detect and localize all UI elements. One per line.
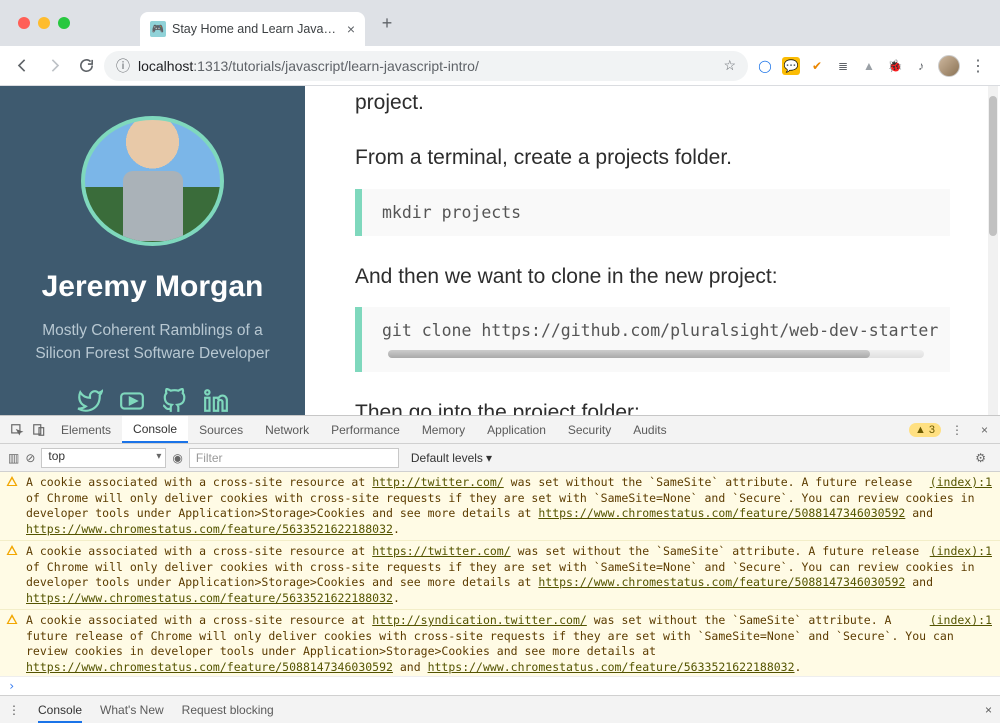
tab-favicon: 🎮 bbox=[150, 21, 166, 37]
message-source-link[interactable]: (index):1 bbox=[930, 544, 992, 560]
drawer-close-icon[interactable]: × bbox=[985, 703, 992, 717]
devtools-tab-bar: ElementsConsoleSourcesNetworkPerformance… bbox=[0, 416, 1000, 444]
devtools-tab-console[interactable]: Console bbox=[122, 416, 188, 443]
context-selector[interactable]: top bbox=[41, 448, 166, 468]
warning-icon bbox=[6, 475, 18, 487]
devtools-tab-elements[interactable]: Elements bbox=[50, 416, 122, 443]
author-bio: Mostly Coherent Ramblings of a Silicon F… bbox=[0, 320, 305, 365]
author-photo bbox=[81, 116, 224, 246]
extension-icon[interactable]: ▲ bbox=[860, 57, 878, 75]
console-input[interactable] bbox=[21, 679, 992, 693]
devtools-tab-performance[interactable]: Performance bbox=[320, 416, 411, 443]
link[interactable]: http://twitter.com/ bbox=[372, 475, 504, 489]
maximize-window[interactable] bbox=[58, 17, 70, 29]
devtools-tab-audits[interactable]: Audits bbox=[622, 416, 677, 443]
console-prompt[interactable]: › bbox=[0, 676, 1000, 695]
back-button[interactable] bbox=[8, 52, 36, 80]
twitter-icon[interactable] bbox=[76, 387, 104, 415]
extension-icon[interactable]: ✔ bbox=[808, 57, 826, 75]
profile-avatar[interactable] bbox=[938, 55, 960, 77]
devtools-menu-icon[interactable]: ⋮ bbox=[943, 423, 971, 437]
tab-title: Stay Home and Learn JavaScr bbox=[172, 22, 341, 36]
code-block: mkdir projects bbox=[355, 189, 950, 236]
log-levels-selector[interactable]: Default levels ▾ bbox=[405, 451, 498, 465]
minimize-window[interactable] bbox=[38, 17, 50, 29]
site-info-icon[interactable]: ⓘ bbox=[116, 56, 130, 76]
code-block: git clone https://github.com/pluralsight… bbox=[355, 307, 950, 372]
devtools-tab-security[interactable]: Security bbox=[557, 416, 622, 443]
paragraph: And then we want to clone in the new pro… bbox=[355, 262, 950, 291]
window-controls bbox=[18, 17, 70, 29]
devtools-drawer: ⋮ Console What's New Request blocking × bbox=[0, 695, 1000, 723]
drawer-tab-request-blocking[interactable]: Request blocking bbox=[182, 703, 274, 717]
console-message: (index):1A cookie associated with a cros… bbox=[0, 472, 1000, 541]
site-sidebar: Jeremy Morgan Mostly Coherent Ramblings … bbox=[0, 86, 305, 415]
link[interactable]: https://www.chromestatus.com/feature/563… bbox=[26, 591, 393, 605]
address-bar[interactable]: ⓘ localhost:1313/tutorials/javascript/le… bbox=[104, 51, 748, 81]
devtools-panel: ElementsConsoleSourcesNetworkPerformance… bbox=[0, 415, 1000, 723]
paragraph: From a terminal, create a projects folde… bbox=[355, 143, 950, 172]
article-content: project. From a terminal, create a proje… bbox=[305, 86, 1000, 415]
horizontal-scrollbar[interactable] bbox=[388, 350, 924, 358]
code-text: git clone https://github.com/pluralsight… bbox=[382, 321, 938, 340]
warning-icon bbox=[6, 544, 18, 556]
extension-icon[interactable]: ◯ bbox=[756, 57, 774, 75]
message-source-link[interactable]: (index):1 bbox=[930, 613, 992, 629]
new-tab-button[interactable]: + bbox=[373, 9, 401, 37]
console-message: (index):1A cookie associated with a cros… bbox=[0, 541, 1000, 610]
drawer-tab-console[interactable]: Console bbox=[38, 703, 82, 723]
prompt-chevron-icon: › bbox=[8, 679, 15, 693]
page-scrollbar[interactable] bbox=[988, 86, 998, 415]
author-name: Jeremy Morgan bbox=[42, 270, 264, 304]
tab-close-icon[interactable]: × bbox=[347, 21, 355, 37]
forward-button[interactable] bbox=[40, 52, 68, 80]
sidebar-toggle-icon[interactable]: ▥ bbox=[8, 451, 19, 465]
drawer-tab-what-s-new[interactable]: What's New bbox=[100, 703, 164, 717]
console-output: (index):1A cookie associated with a cros… bbox=[0, 472, 1000, 676]
browser-tab[interactable]: 🎮 Stay Home and Learn JavaScr × bbox=[140, 12, 365, 46]
extension-icon[interactable]: ♪ bbox=[912, 57, 930, 75]
link[interactable]: https://www.chromestatus.com/feature/508… bbox=[538, 575, 905, 589]
link[interactable]: https://www.chromestatus.com/feature/563… bbox=[428, 660, 795, 674]
device-toggle-icon[interactable] bbox=[28, 416, 50, 443]
link[interactable]: http://syndication.twitter.com/ bbox=[372, 613, 587, 627]
live-expression-icon[interactable]: ◉ bbox=[172, 451, 182, 465]
page-viewport: Jeremy Morgan Mostly Coherent Ramblings … bbox=[0, 86, 1000, 415]
link[interactable]: https://www.chromestatus.com/feature/508… bbox=[26, 660, 393, 674]
console-message: (index):1A cookie associated with a cros… bbox=[0, 610, 1000, 676]
close-window[interactable] bbox=[18, 17, 30, 29]
devtools-tab-application[interactable]: Application bbox=[476, 416, 557, 443]
tab-strip: 🎮 Stay Home and Learn JavaScr × + bbox=[0, 0, 1000, 46]
extension-icon[interactable]: ≣ bbox=[834, 57, 852, 75]
devtools-close-icon[interactable]: × bbox=[973, 423, 996, 437]
devtools-tab-memory[interactable]: Memory bbox=[411, 416, 476, 443]
link[interactable]: https://www.chromestatus.com/feature/563… bbox=[26, 522, 393, 536]
annotation-arrow bbox=[140, 376, 200, 415]
link[interactable]: https://www.chromestatus.com/feature/508… bbox=[538, 506, 905, 520]
extension-icon[interactable]: 🐞 bbox=[886, 57, 904, 75]
filter-input[interactable] bbox=[189, 448, 399, 468]
drawer-menu-icon[interactable]: ⋮ bbox=[8, 703, 20, 717]
warning-icon bbox=[6, 613, 18, 625]
bookmark-star-icon[interactable]: ☆ bbox=[723, 57, 736, 74]
reload-button[interactable] bbox=[72, 52, 100, 80]
message-source-link[interactable]: (index):1 bbox=[930, 475, 992, 491]
url-text: localhost:1313/tutorials/javascript/lear… bbox=[138, 58, 479, 74]
inspect-element-icon[interactable] bbox=[6, 416, 28, 443]
link[interactable]: https://twitter.com/ bbox=[372, 544, 510, 558]
clear-console-icon[interactable]: ⊘ bbox=[25, 451, 35, 465]
browser-toolbar: ⓘ localhost:1313/tutorials/javascript/le… bbox=[0, 46, 1000, 86]
devtools-tab-network[interactable]: Network bbox=[254, 416, 320, 443]
devtools-tab-sources[interactable]: Sources bbox=[188, 416, 254, 443]
paragraph: project. bbox=[355, 88, 950, 117]
browser-menu-icon[interactable]: ⋮ bbox=[964, 56, 992, 76]
warning-count-badge[interactable]: ▲ 3 bbox=[909, 423, 941, 437]
extension-icon[interactable]: 💬 bbox=[782, 57, 800, 75]
paragraph: Then go into the project folder: bbox=[355, 398, 950, 415]
extensions: ◯ 💬 ✔ ≣ ▲ 🐞 ♪ bbox=[752, 57, 934, 75]
linkedin-icon[interactable] bbox=[202, 387, 230, 415]
console-settings-icon[interactable]: ⚙ bbox=[969, 451, 992, 465]
console-toolbar: ▥ ⊘ top ◉ Default levels ▾ ⚙ bbox=[0, 444, 1000, 472]
